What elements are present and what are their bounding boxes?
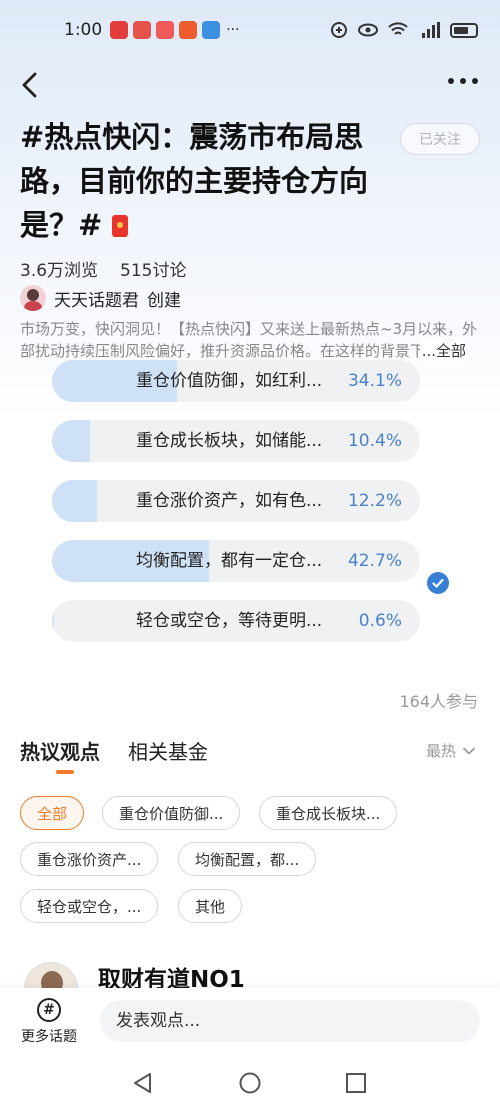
status-time: 1:00 <box>64 20 103 40</box>
discussion-count: 515讨论 <box>120 261 187 281</box>
comment-input[interactable]: 发表观点... <box>100 1000 480 1042</box>
nav-recents-icon[interactable] <box>345 1072 367 1094</box>
avatar[interactable] <box>20 285 46 311</box>
more-dots-icon[interactable] <box>448 78 478 84</box>
creator-suffix: 创建 <box>147 290 181 311</box>
poll-option-label: 轻仓或空仓，等待更明... <box>136 611 323 631</box>
data-saver-icon <box>331 22 347 38</box>
page-title: #热点快闪：震荡市布局思路，目前你的主要持仓方向是？# <box>20 115 380 247</box>
participant-count: 164人参与 <box>399 692 478 711</box>
follow-button[interactable]: 已关注 <box>400 123 480 155</box>
topic-stats: 3.6万浏览 515讨论 <box>20 256 187 281</box>
filter-chip[interactable]: 重仓成长板块... <box>259 796 398 830</box>
creator-name[interactable]: 天天话题君 <box>54 286 139 311</box>
wifi-icon <box>388 22 408 35</box>
filter-chip-all[interactable]: 全部 <box>20 796 85 830</box>
app-notification-icon <box>110 21 129 39</box>
poll-option[interactable]: 轻仓或空仓，等待更明... 0.6% <box>52 600 420 642</box>
view-count: 3.6万浏览 <box>20 261 99 281</box>
app-notification-icon <box>179 21 198 39</box>
filter-chip[interactable]: 重仓涨价资产... <box>20 842 159 876</box>
red-packet-icon <box>112 215 129 237</box>
tab-related-funds[interactable]: 相关基金 <box>128 736 208 765</box>
poll-result-bar <box>52 480 97 522</box>
poll-option-label: 重仓成长板块，如储能... <box>136 431 323 451</box>
topic-title: #热点快闪：震荡市布局思路，目前你的主要持仓方向是？# <box>20 120 369 242</box>
poll-option-percent: 34.1% <box>347 371 402 391</box>
poll-option[interactable]: 重仓成长板块，如储能... 10.4% <box>52 420 420 462</box>
description-text: 市场万变，快闪洞见！【热点快闪】又来送上最新热点~3月以来，外部扰动持续压制风险… <box>20 320 478 360</box>
nav-bar <box>0 60 500 110</box>
filter-chip[interactable]: 重仓价值防御... <box>102 796 241 830</box>
tab-hot-opinions[interactable]: 热议观点 <box>20 736 100 774</box>
poll-option[interactable]: 均衡配置，都有一定仓... 42.7% <box>52 540 420 582</box>
filter-chip[interactable]: 轻仓或空仓，... <box>20 889 159 923</box>
shield-icon <box>202 21 221 39</box>
poll-option[interactable]: 重仓价值防御，如红利... 34.1% <box>52 360 420 402</box>
poll-option-percent: 0.6% <box>358 611 402 631</box>
content-tabs: 热议观点 相关基金 <box>20 736 208 774</box>
poll-option-label: 均衡配置，都有一定仓... <box>136 551 323 571</box>
bottom-action-bar: # 更多话题 发表观点... <box>0 988 500 1056</box>
more-topics-label: 更多话题 <box>21 1029 77 1045</box>
poll-option-percent: 42.7% <box>347 551 402 571</box>
filter-chip[interactable]: 均衡配置，都... <box>178 842 317 876</box>
poll-result-bar <box>52 600 55 642</box>
eye-icon <box>358 23 378 37</box>
battery-icon <box>450 22 478 38</box>
more-topics-button[interactable]: # 更多话题 <box>16 998 82 1046</box>
app-notification-icon <box>133 21 152 39</box>
system-nav-bar <box>0 1056 500 1111</box>
poll-option-percent: 10.4% <box>347 431 402 451</box>
sort-dropdown[interactable]: 最热 <box>426 740 476 761</box>
expand-all-link[interactable]: ...全部 <box>419 340 466 362</box>
nav-home-icon[interactable] <box>239 1072 261 1094</box>
check-circle-icon <box>427 572 449 594</box>
topic-description: 市场万变，快闪洞见！【热点快闪】又来送上最新热点~3月以来，外部扰动持续压制风险… <box>20 318 480 364</box>
app-notification-icon <box>156 21 175 39</box>
filter-chip-other[interactable]: 其他 <box>178 889 243 923</box>
chevron-down-icon <box>462 746 476 755</box>
back-arrow-icon[interactable] <box>16 70 46 100</box>
poll-option-label: 重仓涨价资产，如有色... <box>136 491 323 511</box>
signal-icon <box>422 22 440 38</box>
poll-option-label: 重仓价值防御，如红利... <box>136 371 323 391</box>
poll-option-percent: 12.2% <box>347 491 402 511</box>
system-status-icons <box>330 21 478 39</box>
poll-result-bar <box>52 420 91 462</box>
creator-info[interactable]: 天天话题君 创建 <box>20 285 181 311</box>
more-notifications-icon: ··· <box>226 22 240 38</box>
notification-icons <box>110 21 221 39</box>
nav-back-icon[interactable] <box>132 1072 154 1094</box>
sort-label: 最热 <box>425 742 456 760</box>
status-bar: 1:00 ··· <box>0 0 500 60</box>
hash-icon: # <box>37 998 61 1022</box>
poll-option[interactable]: 重仓涨价资产，如有色... 12.2% <box>52 480 420 522</box>
